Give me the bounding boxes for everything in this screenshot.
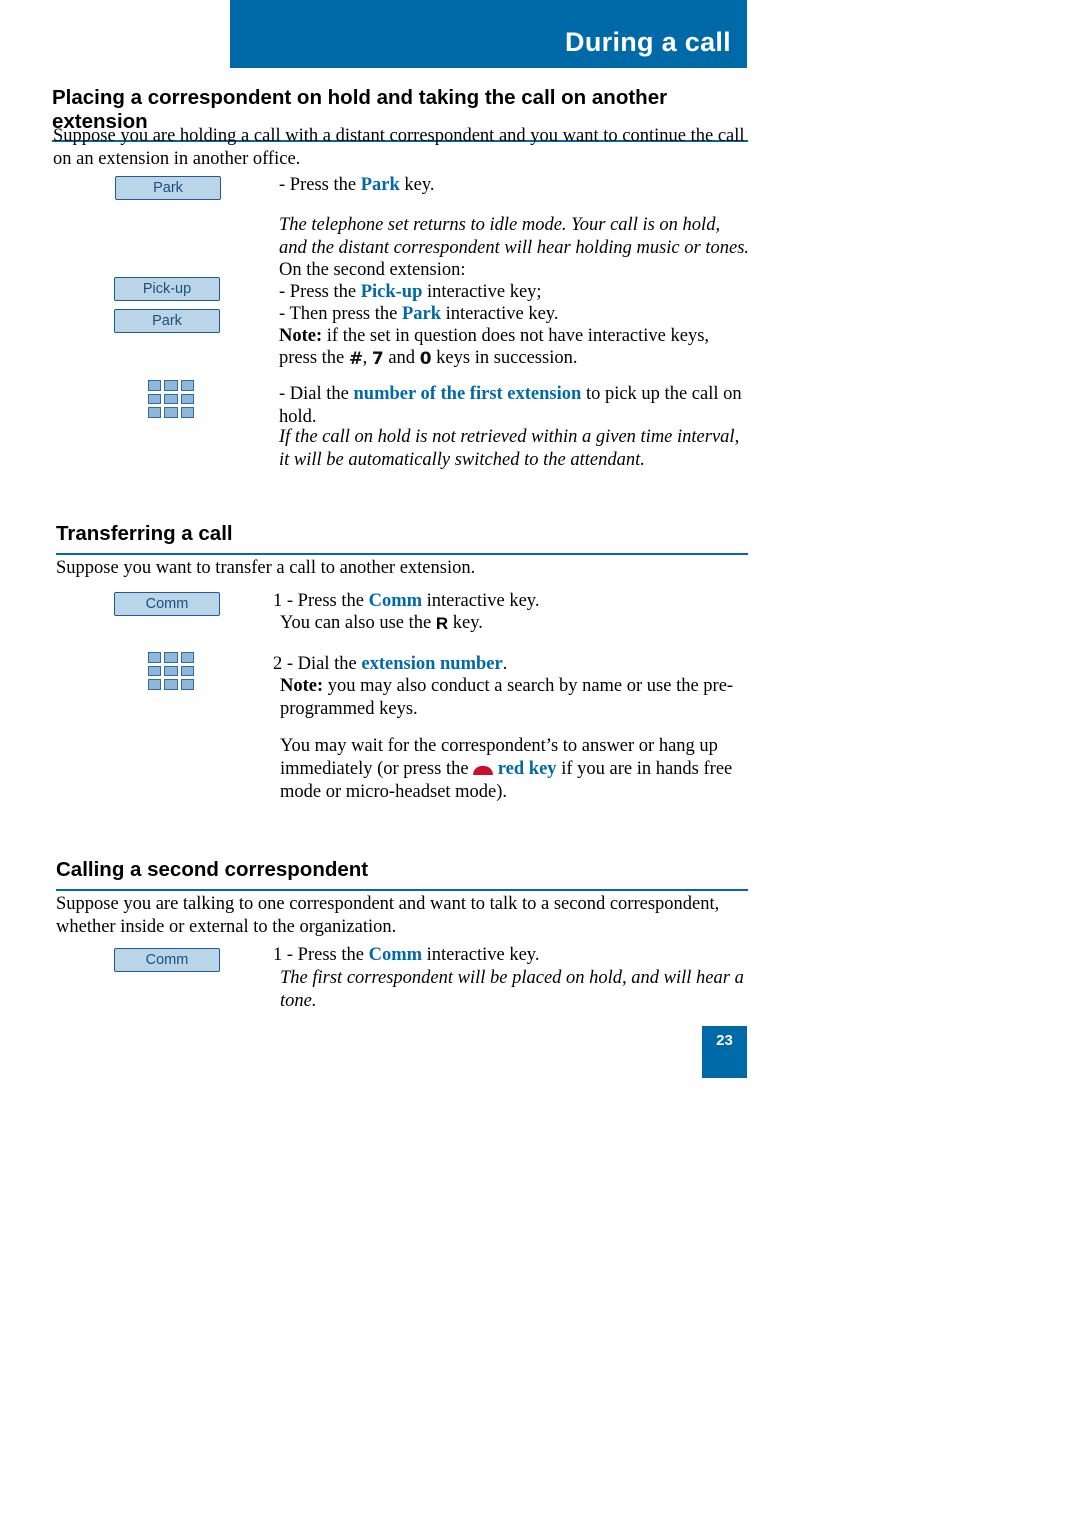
r-key-icon: R: [435, 614, 449, 633]
section-1-step-1-tail: key.: [399, 175, 435, 195]
keypad-cell: [148, 393, 162, 405]
keypad-cell: [180, 407, 194, 418]
section-1-step-2-line-2-lead: - Press the: [279, 282, 361, 302]
section-2-step-2-note: Note: you may also conduct a search by n…: [280, 675, 750, 721]
hash-key-icon: #: [348, 349, 363, 369]
section-1-note-line-2-lead: press the: [279, 348, 349, 368]
section-2-step-2-tail: .: [502, 654, 508, 674]
section-1-intro: Suppose you are holding a call with a di…: [53, 126, 745, 169]
keypad-icon-1[interactable]: [148, 380, 194, 418]
keypad-cell: [148, 652, 162, 663]
section-2-heading: Transferring a call: [56, 522, 748, 555]
keypad-cell: [180, 679, 194, 690]
section-2-step-1-line-2-tail: key.: [448, 613, 483, 633]
red-key-icon: [473, 764, 493, 775]
section-2-step-3-key: red key: [497, 759, 557, 779]
section-2-step-1: 1 - Press the Comm interactive key.: [273, 590, 748, 613]
keypad-cell: [148, 407, 162, 418]
section-2-step-1-lead: 1 - Press the: [273, 591, 369, 611]
section-1-note: Note: if the set in question does not ha…: [279, 325, 749, 348]
section-1-note-sep: ,: [362, 348, 372, 368]
section-1-step-2-line-3: - Then press the Park interactive key.: [279, 303, 749, 326]
section-1-step-2-line-3-lead: - Then press the: [279, 304, 402, 324]
keypad-cell: [148, 380, 162, 391]
section-1-step-1: - Press the Park key.: [279, 174, 749, 197]
section-2-step-1-tail: interactive key.: [422, 591, 540, 611]
section-1-note-text: if the set in question does not have int…: [322, 326, 710, 346]
keypad-cell: [180, 393, 194, 405]
section-1-step-1-note: The telephone set returns to idle mode. …: [279, 215, 750, 258]
section-1-step-3: - Dial the number of the first extension…: [279, 383, 749, 429]
section-2-step-1-line-2-lead: You can also use the: [280, 613, 436, 633]
section-3-step-1-tail: interactive key.: [422, 945, 540, 965]
keypad-cell: [148, 679, 162, 690]
section-1-step-2-line-3-tail: interactive key.: [441, 304, 559, 324]
section-1-step-2-line-2-tail: interactive key;: [422, 282, 542, 302]
section-1-step-2-line-3-key: Park: [401, 304, 442, 324]
section-1-note-label: Note:: [279, 326, 323, 346]
key-pickup[interactable]: Pick-up: [114, 277, 220, 301]
section-1-step-1-key: Park: [360, 175, 400, 195]
key-park-1[interactable]: Park: [115, 176, 221, 200]
page-header-title: During a call: [565, 27, 731, 57]
section-1-step-3-key: number of the first extension: [353, 384, 582, 404]
section-2-intro: Suppose you want to transfer a call to a…: [56, 558, 476, 578]
section-1-step-3-lead: - Dial the: [279, 384, 354, 404]
page-header-banner: During a call: [230, 0, 747, 68]
section-1-step-2-line-2-key: Pick-up: [360, 282, 423, 302]
section-1-note-line-2-tail: keys in succession.: [431, 348, 578, 368]
section-3-step-1-lead: 1 - Press the: [273, 945, 369, 965]
section-1-step-1-lead: - Press the: [279, 175, 361, 195]
section-2-note-text: you may also conduct a search by name or…: [280, 676, 734, 719]
section-1-step-2-line-1: On the second extension:: [279, 260, 466, 280]
page-number-badge: 23: [702, 1026, 747, 1078]
section-2-step-1-key: Comm: [368, 591, 423, 611]
section-2-step-1-line-2: You can also use the R key.: [280, 612, 755, 635]
seven-key-icon: 7: [371, 349, 384, 369]
keypad-cell: [164, 679, 178, 690]
section-2-note-label: Note:: [280, 676, 324, 696]
key-comm-2[interactable]: Comm: [114, 948, 220, 972]
section-3-step-1-note: The first correspondent will be placed o…: [280, 968, 744, 1011]
section-3-intro: Suppose you are talking to one correspon…: [56, 894, 720, 937]
keypad-cell: [164, 393, 178, 405]
keypad-cell: [164, 665, 178, 677]
section-2-step-2-lead: 2 - Dial the: [273, 654, 362, 674]
section-1-note-and: and: [383, 348, 420, 368]
keypad-icon-2[interactable]: [148, 652, 194, 690]
key-park-2[interactable]: Park: [114, 309, 220, 333]
keypad-cell: [164, 652, 178, 663]
keypad-cell: [164, 380, 178, 391]
section-1-step-3-note: If the call on hold is not retrieved wit…: [279, 427, 740, 470]
keypad-cell: [180, 652, 194, 663]
section-3-step-1-key: Comm: [368, 945, 423, 965]
keypad-cell: [164, 407, 178, 418]
zero-key-icon: 0: [419, 349, 432, 369]
section-2-step-3: You may wait for the correspondent’s to …: [280, 735, 750, 804]
keypad-cell: [180, 665, 194, 677]
section-3-step-1: 1 - Press the Comm interactive key.: [273, 944, 748, 967]
section-2-step-2: 2 - Dial the extension number.: [273, 653, 748, 676]
keypad-cell: [148, 665, 162, 677]
section-3-heading: Calling a second correspondent: [56, 858, 748, 891]
key-comm-1[interactable]: Comm: [114, 592, 220, 616]
keypad-cell: [180, 380, 194, 391]
section-2-step-2-key: extension number: [361, 654, 503, 674]
section-1-step-2-line-2: - Press the Pick-up interactive key;: [279, 281, 749, 304]
section-1-note-line-2: press the #, 7 and 0 keys in succession.: [279, 347, 749, 371]
